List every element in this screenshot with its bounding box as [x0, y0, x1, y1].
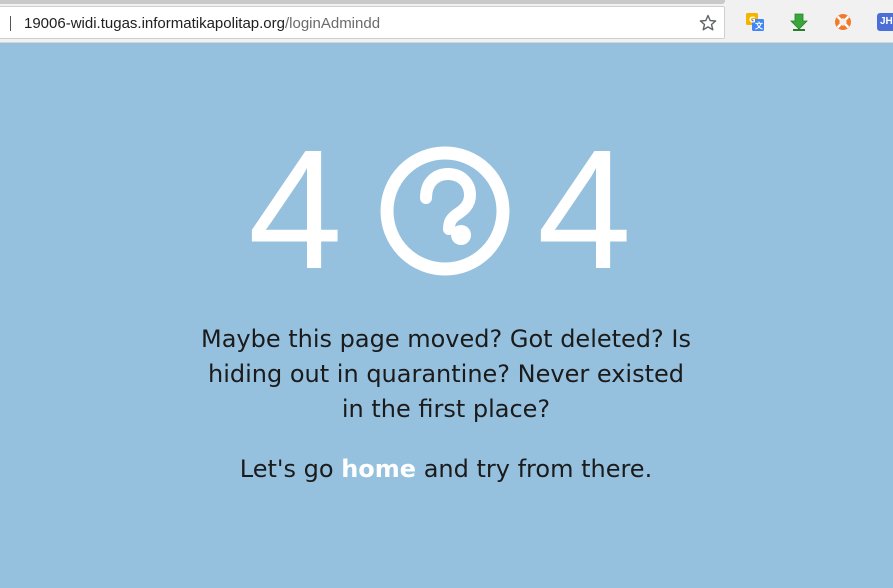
- url-host: 19006-widi.tugas.informatikapolitap.org: [24, 15, 285, 32]
- home-link[interactable]: home: [341, 455, 416, 483]
- bookmark-star-icon[interactable]: [698, 13, 718, 33]
- lifebuoy-icon[interactable]: [833, 12, 853, 32]
- url-path: /loginAdmindd: [284, 15, 381, 32]
- error-message: Maybe this page moved? Got deleted? Is h…: [201, 325, 691, 423]
- call-to-action: Let's go home and try from there.: [196, 452, 696, 487]
- tab-strip-edge: [0, 0, 725, 4]
- url-text[interactable]: 19006-widi.tugas.informatikapolitap.org/…: [24, 15, 380, 33]
- cta-prefix: Let's go: [239, 455, 334, 483]
- svg-text:文: 文: [755, 21, 764, 31]
- address-bar[interactable]: 19006-widi.tugas.informatikapolitap.org/…: [0, 6, 725, 39]
- error-digit-right: 4: [537, 115, 632, 305]
- translate-icon[interactable]: G 文: [745, 12, 765, 32]
- browser-toolbar: 19006-widi.tugas.informatikapolitap.org/…: [0, 0, 893, 43]
- download-arrow-icon[interactable]: [789, 12, 809, 32]
- error-code-404: 4 4: [0, 115, 893, 305]
- jh-extension-icon[interactable]: JH: [877, 13, 893, 31]
- text-caret: [10, 16, 11, 31]
- error-digit-left: 4: [248, 115, 343, 305]
- cta-suffix: and try from there.: [423, 455, 653, 483]
- question-circle-icon: [380, 146, 510, 276]
